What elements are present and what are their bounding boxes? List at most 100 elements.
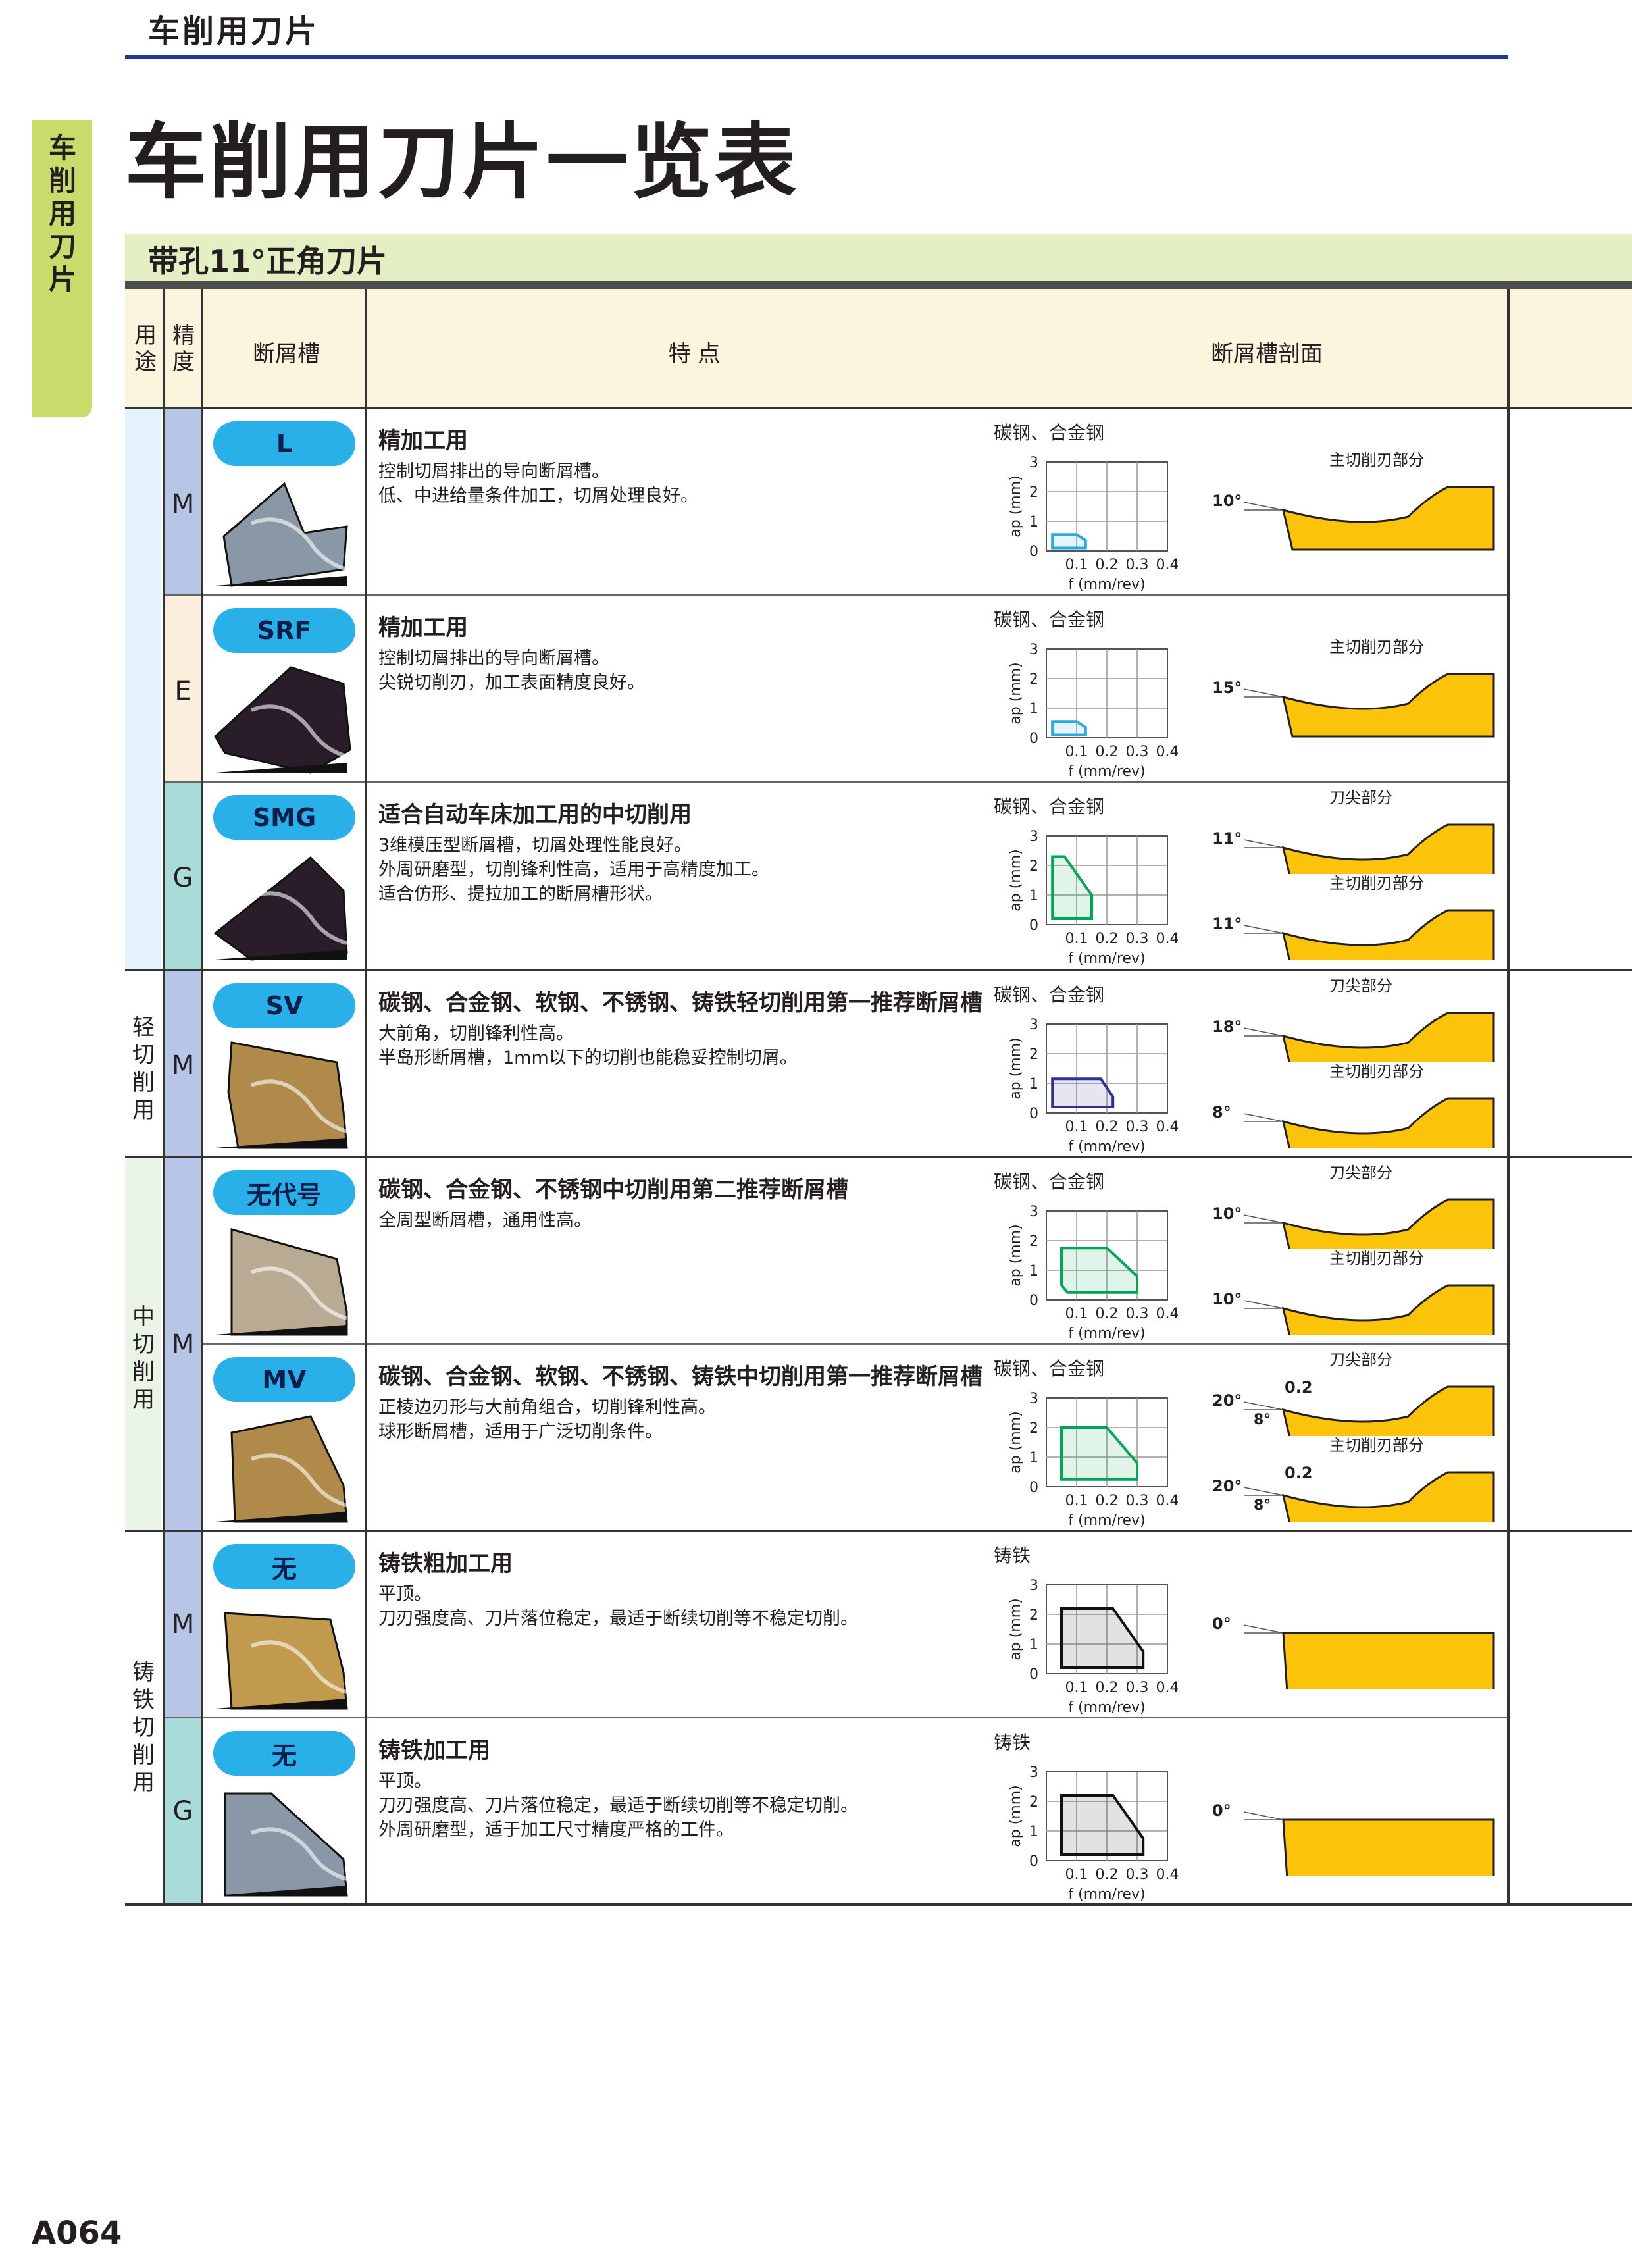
groove-section-profile: 10° 主切削刃部分 <box>1212 1249 1495 1335</box>
profile-part-label: 刀尖部分 <box>1329 788 1392 807</box>
chart-x-tick: 0.4 <box>1156 1680 1179 1696</box>
feature-title: 碳钢、合金钢、软钢、不锈钢、铸铁轻切削用第一推荐断屑槽 <box>378 990 982 1016</box>
chart-container: 3 2 1 0 0.1 0.2 0.3 0.4 f (mm/rev) ap (mm) <box>987 1565 1178 1730</box>
insert-image <box>214 666 351 774</box>
insert-image <box>215 482 348 587</box>
chart-y-tick: 3 <box>1029 1204 1038 1220</box>
chart-x-tick: 0.1 <box>1065 557 1088 573</box>
insert-image <box>215 1228 348 1336</box>
rake-angle-label: 11° <box>1212 829 1242 848</box>
profile-container: 10° 主切削刃部分 <box>1211 1249 1606 1335</box>
feature-title: 精加工用 <box>378 428 468 454</box>
chart-origin: 0 <box>1029 917 1038 934</box>
chart-container: 3 2 1 0 0.1 0.2 0.3 0.4 f (mm/rev) ap (mm) <box>987 1004 1178 1169</box>
groove-code-badge[interactable]: SMG <box>213 795 355 840</box>
groove-code-badge[interactable]: MV <box>213 1357 355 1402</box>
groove-section-profile: 20° 刀尖部分 8° 0.2 <box>1212 1351 1495 1436</box>
profile-shape <box>1281 1097 1495 1148</box>
insert-photo <box>212 1406 357 1525</box>
groove-code-badge[interactable]: 无 <box>213 1544 355 1589</box>
precision-label: M <box>171 1050 195 1081</box>
chart-y-tick: 2 <box>1029 1233 1038 1250</box>
profile-shape <box>1281 486 1495 551</box>
profile-part-label: 刀尖部分 <box>1329 1164 1392 1182</box>
chart-y-label: ap (mm) <box>1007 1037 1024 1099</box>
profile-container: 20° 主切削刃部分 8° 0.2 <box>1211 1436 1606 1522</box>
chart-x-tick: 0.4 <box>1156 931 1179 947</box>
groove-code-badge[interactable]: 无代号 <box>213 1170 355 1215</box>
insert-image <box>215 1415 348 1523</box>
chart-x-tick: 0.2 <box>1096 744 1119 760</box>
feature-title: 碳钢、合金钢、不锈钢中切削用第二推荐断屑槽 <box>378 1177 848 1203</box>
chart-y-tick: 3 <box>1029 829 1038 845</box>
groove-code-badge[interactable]: SV <box>213 983 355 1028</box>
profile-part-label: 主切削刃部分 <box>1329 874 1424 892</box>
header-features: 特 点 <box>668 341 721 367</box>
chart-y-tick: 2 <box>1029 484 1038 501</box>
profile-container: 18° 刀尖部分 <box>1211 977 1606 1062</box>
groove-code-badge[interactable]: 无 <box>213 1731 355 1776</box>
profile-shape <box>1281 673 1495 738</box>
chart-y-label: ap (mm) <box>1007 1785 1024 1847</box>
chart-container: 3 2 1 0 0.1 0.2 0.3 0.4 f (mm/rev) ap (mm) <box>987 816 1178 981</box>
profile-shape <box>1282 1632 1495 1689</box>
feature-line: 低、中进给量条件加工，切屑处理良好。 <box>378 486 698 506</box>
chart-x-tick: 0.4 <box>1156 1306 1179 1322</box>
subtitle-rule <box>125 281 1632 289</box>
rake-angle-label: 10° <box>1212 1290 1242 1308</box>
chart-container: 3 2 1 0 0.1 0.2 0.3 0.4 f (mm/rev) ap (mm) <box>987 1752 1178 1917</box>
chart-y-label: ap (mm) <box>1007 1224 1024 1286</box>
chart-y-label: ap (mm) <box>1007 849 1024 911</box>
insert-image <box>215 1041 348 1149</box>
profile-container: 11° 主切削刃部分 <box>1211 874 1606 960</box>
chart-y-label: ap (mm) <box>1007 662 1024 724</box>
application-range-chart: 3 2 1 0 0.1 0.2 0.3 0.4 f (mm/rev) ap (mm) <box>1007 455 1178 593</box>
profile-part-label: 刀尖部分 <box>1329 1351 1392 1369</box>
chart-x-tick: 0.2 <box>1096 931 1119 947</box>
chart-y-tick: 1 <box>1029 888 1038 904</box>
row-divider <box>125 1530 1632 1532</box>
groove-section-profile: 8° 主切削刃部分 <box>1212 1062 1495 1148</box>
profile-container: 0° <box>1211 1544 1606 1689</box>
precision-label: M <box>171 1329 195 1360</box>
chart-x-label: f (mm/rev) <box>1068 763 1145 780</box>
feature-line: 平顶。 <box>378 1584 432 1605</box>
chart-y-tick: 1 <box>1029 514 1038 530</box>
material-label: 碳钢、合金钢 <box>994 1358 1105 1379</box>
chart-container: 3 2 1 0 0.1 0.2 0.3 0.4 f (mm/rev) ap (mm) <box>987 629 1178 794</box>
groove-section-profile: 10° 刀尖部分 <box>1212 1164 1495 1249</box>
header-precision: 精度 <box>172 322 195 375</box>
table-bottom-rule <box>125 1903 1632 1906</box>
section-heading: 车削用刀片 <box>148 13 320 50</box>
profile-shape <box>1281 1471 1495 1522</box>
chart-x-tick: 0.3 <box>1126 1493 1149 1509</box>
profile-shape <box>1281 823 1495 874</box>
chart-range-area <box>1051 533 1087 550</box>
land-angle-label: 8° <box>1254 1412 1271 1428</box>
groove-code-badge[interactable]: L <box>213 421 355 466</box>
chart-origin: 0 <box>1029 1106 1038 1122</box>
chart-x-tick: 0.2 <box>1096 1867 1119 1883</box>
rake-angle-label: 20° <box>1212 1391 1242 1410</box>
header-section: 断屑槽剖面 <box>1211 341 1323 367</box>
chart-y-tick: 1 <box>1029 1824 1038 1840</box>
profile-part-label: 主切削刃部分 <box>1329 451 1424 469</box>
chart-origin: 0 <box>1029 1293 1038 1309</box>
chart-x-tick: 0.1 <box>1065 1867 1088 1883</box>
feature-title: 铸铁加工用 <box>378 1738 490 1764</box>
chart-x-tick: 0.1 <box>1065 1493 1088 1509</box>
profile-shape <box>1281 1012 1495 1062</box>
feature-title: 适合自动车床加工用的中切削用 <box>378 802 692 828</box>
chart-x-label: f (mm/rev) <box>1068 1886 1145 1903</box>
profile-container: 20° 刀尖部分 8° 0.2 <box>1211 1351 1606 1436</box>
chart-y-tick: 2 <box>1029 858 1038 875</box>
groove-code-badge[interactable]: SRF <box>213 608 355 653</box>
chart-range-area <box>1051 1077 1115 1108</box>
chart-x-label: f (mm/rev) <box>1068 1139 1145 1155</box>
page-title: 车削用刀片一览表 <box>125 115 800 210</box>
chart-origin: 0 <box>1029 1853 1038 1870</box>
material-label: 碳钢、合金钢 <box>994 984 1105 1006</box>
feature-line: 球形断屑槽，适用于广泛切削条件。 <box>378 1422 663 1442</box>
profile-part-label: 刀尖部分 <box>1329 977 1392 995</box>
insert-image <box>215 1612 348 1710</box>
